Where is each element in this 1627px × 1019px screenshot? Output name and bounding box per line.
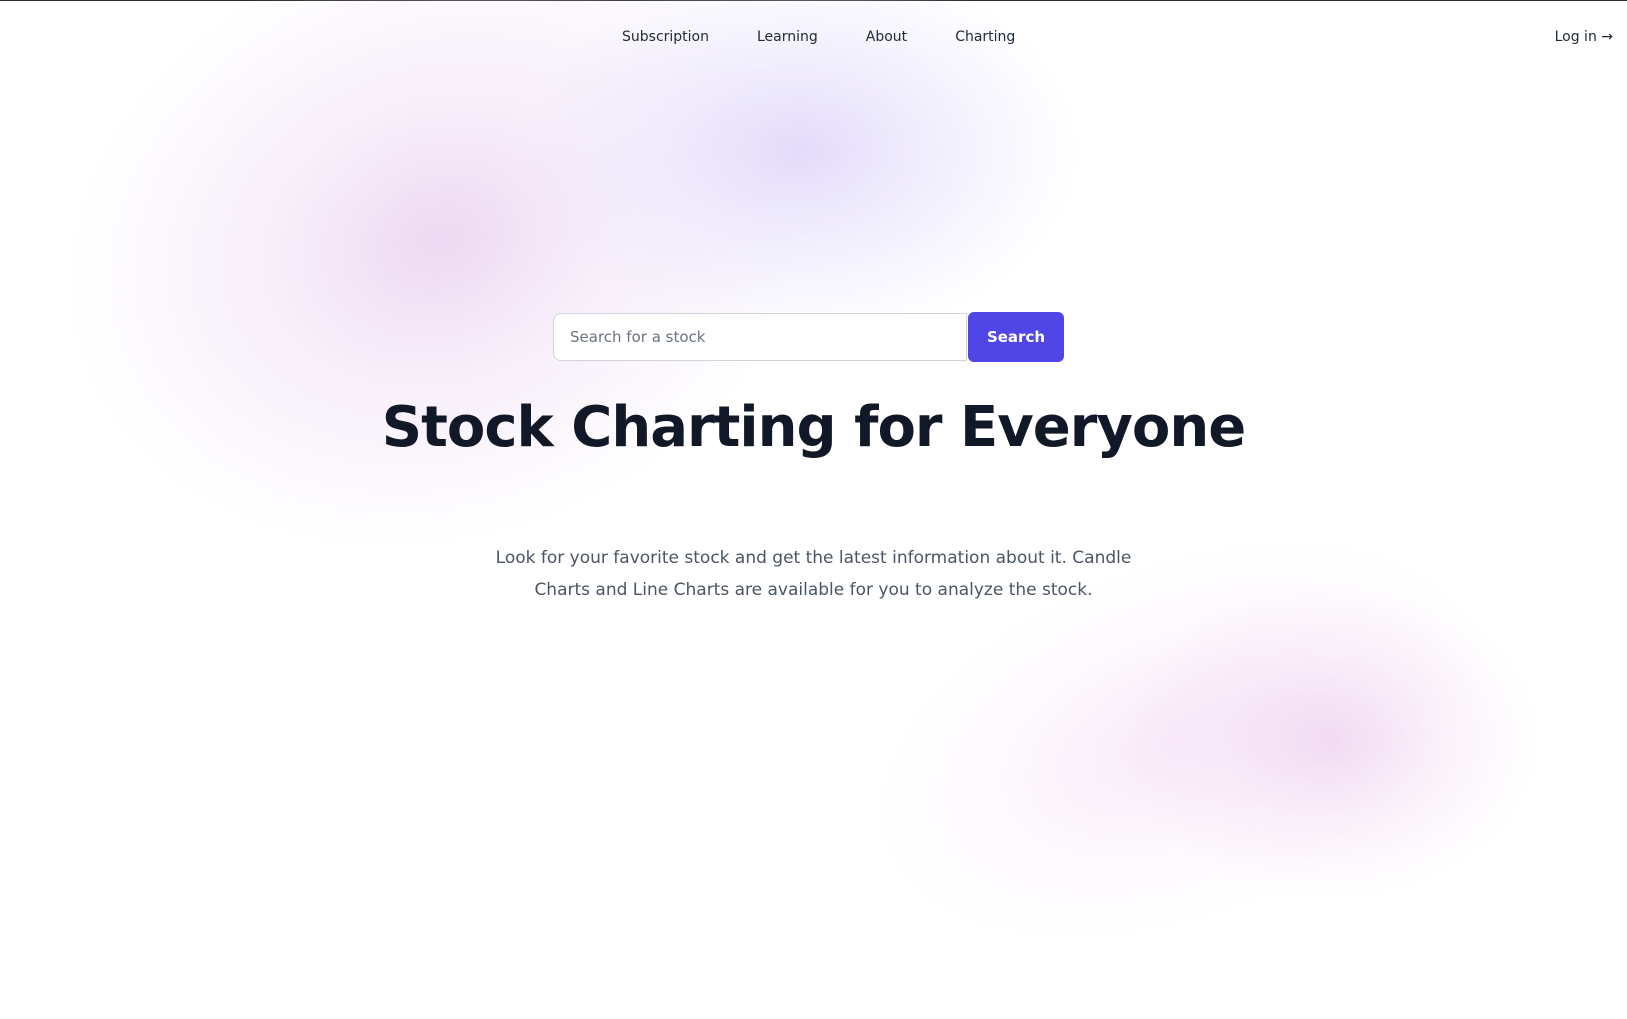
background-gradient-blob [1120,580,1540,900]
top-navigation: Subscription Learning About Charting Log… [0,24,1627,50]
stock-search-input[interactable] [553,313,967,361]
nav-links: Subscription Learning About Charting [622,24,1063,50]
search-button[interactable]: Search [968,312,1064,362]
nav-link-about[interactable]: About [866,24,907,50]
nav-link-charting[interactable]: Charting [955,24,1015,50]
background-gradient-blob [520,0,1080,340]
top-border [0,0,1627,1]
hero-subtitle: Look for your favorite stock and get the… [495,548,1132,600]
stock-search-form: Search [553,312,1064,362]
nav-link-subscription[interactable]: Subscription [622,24,709,50]
hero-title: Stock Charting for Everyone [381,395,1246,460]
nav-link-learning[interactable]: Learning [757,24,818,50]
login-link[interactable]: Log in → [1555,24,1613,50]
